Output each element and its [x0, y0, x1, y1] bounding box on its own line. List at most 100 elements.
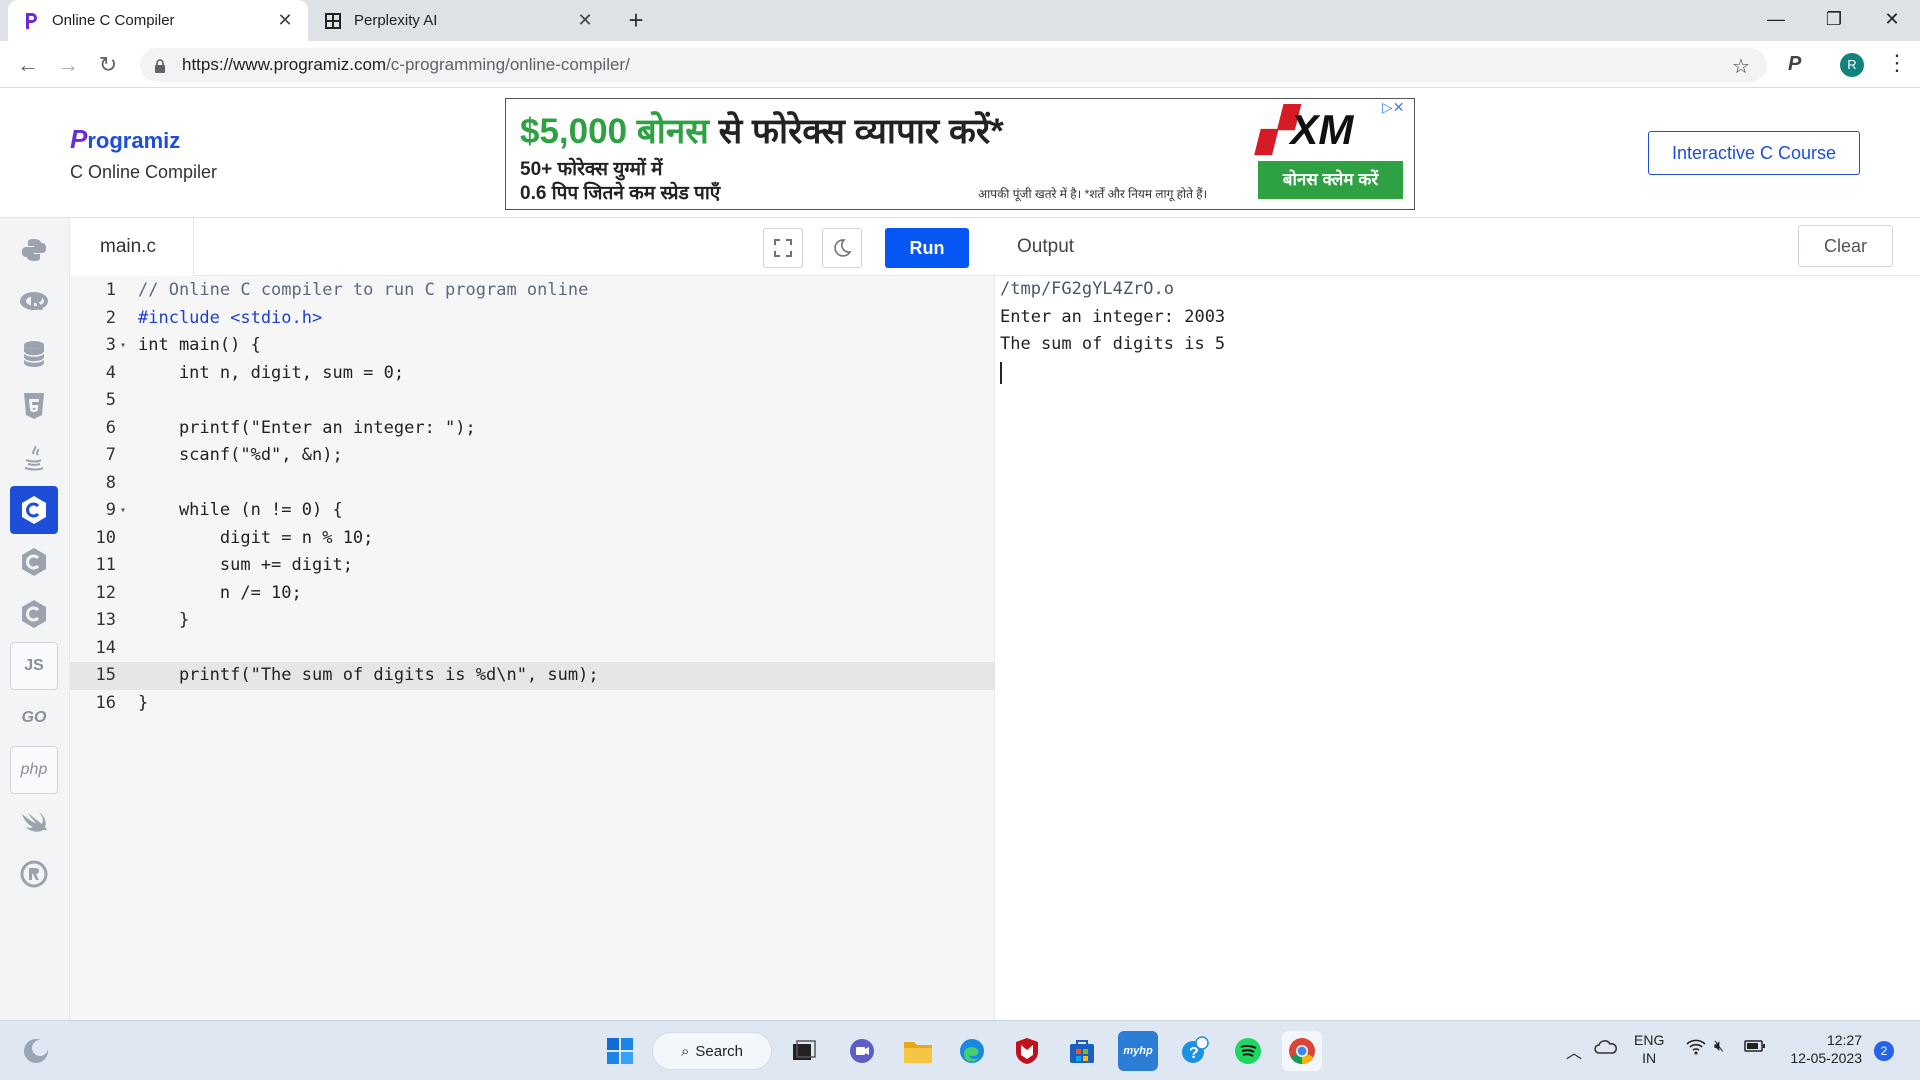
myhp-icon[interactable]: myhp [1118, 1031, 1158, 1071]
code-line: 5 [70, 387, 995, 415]
close-tab-icon[interactable]: ✕ [576, 10, 594, 31]
task-view-icon[interactable] [784, 1031, 824, 1071]
language-indicator[interactable]: ENG IN [1634, 1031, 1664, 1067]
file-explorer-icon[interactable] [898, 1031, 938, 1071]
fullscreen-icon[interactable] [763, 228, 803, 268]
microsoft-store-icon[interactable] [1062, 1031, 1102, 1071]
text-cursor [1000, 361, 1002, 384]
address-bar[interactable]: https://www.programiz.com/c-programming/… [140, 48, 1767, 82]
line-number: 14 [95, 637, 116, 658]
code-text: int n, digit, sum = 0; [138, 362, 405, 383]
line-number: 8 [105, 472, 116, 493]
c-language-icon[interactable] [10, 486, 58, 534]
close-window-icon[interactable]: ✕ [1864, 0, 1920, 41]
ad-headline-money: $5,000 बोनस [520, 112, 709, 151]
code-text: n /= 10; [138, 582, 302, 603]
clear-button[interactable]: Clear [1798, 225, 1893, 267]
cpp-icon[interactable] [10, 538, 58, 586]
line-number: 6 [105, 417, 116, 438]
code-text: printf("The sum of digits is %d\n", sum)… [138, 665, 599, 685]
advertisement-banner[interactable]: $5,000 बोनस से फोरेक्स व्यापार करें* 50+… [505, 98, 1415, 210]
file-tab-main-c[interactable]: main.c [70, 218, 194, 276]
battery-icon[interactable] [1744, 1039, 1766, 1056]
tab-title: Online C Compiler [52, 12, 175, 29]
rust-icon[interactable] [10, 850, 58, 898]
widgets-icon[interactable] [16, 1031, 56, 1071]
output-console[interactable]: /tmp/FG2gYL4ZrO.o Enter an integer: 2003… [995, 276, 1920, 1020]
tab-title: Perplexity AI [354, 12, 438, 29]
php-icon[interactable]: php [10, 746, 58, 794]
volume-muted-icon[interactable]: 🔇︎ [1714, 1038, 1724, 1056]
tab-online-c-compiler[interactable]: Online C Compiler ✕ [8, 0, 308, 41]
spotify-icon[interactable] [1228, 1031, 1268, 1071]
chrome-icon[interactable] [1282, 1031, 1322, 1071]
ad-cta-button[interactable]: बोनस क्लेम करें [1258, 161, 1403, 199]
menu-kebab-icon[interactable]: ⋮ [1886, 50, 1908, 76]
csharp-icon[interactable] [10, 590, 58, 638]
windows-start-icon[interactable] [600, 1031, 640, 1071]
edge-browser-icon[interactable] [952, 1031, 992, 1071]
bookmark-star-icon[interactable]: ☆ [1732, 54, 1750, 79]
language-top: ENG [1634, 1032, 1665, 1048]
code-text: printf("Enter an integer: "); [138, 417, 476, 438]
output-line: Enter an integer: 2003 [1000, 306, 1226, 327]
close-tab-icon[interactable]: ✕ [276, 10, 294, 31]
tab-perplexity[interactable]: Perplexity AI ✕ [310, 0, 608, 41]
new-tab-icon[interactable]: + [622, 6, 650, 34]
go-label: GO [21, 709, 47, 726]
javascript-icon[interactable]: JS [10, 642, 58, 690]
code-editor[interactable]: 1 // Online C compiler to run C program o… [70, 276, 995, 1020]
output-line: /tmp/FG2gYL4ZrO.o [1000, 279, 1174, 299]
taskbar-search[interactable]: ⌕ Search [652, 1032, 772, 1070]
code-line: 16} [70, 690, 995, 718]
logo-text: rogramiz [87, 128, 181, 153]
code-line: 6 printf("Enter an integer: "); [70, 415, 995, 443]
restore-icon[interactable]: ❐ [1806, 0, 1862, 41]
forward-icon[interactable]: → [54, 51, 82, 79]
sql-database-icon[interactable] [10, 330, 58, 378]
tray-overflow-chevron-icon[interactable]: ︿ [1566, 1039, 1582, 1063]
go-icon[interactable]: GO [10, 694, 58, 742]
ad-brand-text: XM [1290, 106, 1354, 153]
fold-arrow-icon[interactable]: ▾ [120, 497, 126, 525]
programiz-logo[interactable]: Programiz [70, 124, 180, 155]
r-language-icon[interactable] [10, 278, 58, 326]
ad-brand-logo: ▞XM [1258, 106, 1354, 153]
code-text: } [138, 610, 190, 630]
code-text: #include <stdio.h> [138, 307, 323, 328]
ad-line-2: 50+ फोरेक्स युग्मों में [520, 159, 663, 180]
code-line: 8 [70, 470, 995, 498]
profile-avatar[interactable]: R [1840, 53, 1864, 77]
fold-arrow-icon[interactable]: ▾ [120, 332, 126, 360]
run-button[interactable]: Run [885, 228, 969, 268]
python-icon[interactable] [10, 226, 58, 274]
code-text: sum += digit; [138, 555, 353, 575]
ad-line-3: 0.6 पिप जितने कम स्प्रेड पाएँ [520, 183, 721, 204]
teams-chat-icon[interactable] [842, 1031, 882, 1071]
code-line: 7 scanf("%d", &n); [70, 442, 995, 470]
code-text: } [138, 692, 149, 713]
extension-p-icon[interactable]: P [1788, 53, 1801, 76]
java-icon[interactable] [10, 434, 58, 482]
windows-taskbar: ⌕ Search myhp ? ︿ ENG IN 🔇︎ 12:27 12-05-… [0, 1020, 1920, 1080]
wifi-icon[interactable] [1686, 1039, 1706, 1058]
system-clock[interactable]: 12:27 12-05-2023 [1780, 1031, 1862, 1067]
line-number: 4 [105, 362, 116, 383]
minimize-icon[interactable]: — [1748, 0, 1804, 41]
page-subtitle: C Online Compiler [70, 162, 218, 182]
code-line: 9 ▾ while (n != 0) { [70, 497, 995, 525]
support-assistant-icon[interactable]: ? [1174, 1031, 1214, 1071]
dark-mode-moon-icon[interactable] [822, 228, 862, 268]
back-icon[interactable]: ← [14, 51, 42, 79]
onedrive-cloud-icon[interactable] [1594, 1037, 1618, 1060]
line-number: 9 [105, 500, 116, 520]
search-icon: ⌕ [681, 1042, 690, 1060]
reload-icon[interactable]: ↻ [94, 51, 122, 79]
interactive-course-button[interactable]: Interactive C Course [1648, 131, 1860, 175]
mcafee-icon[interactable] [1007, 1031, 1047, 1071]
swift-icon[interactable] [10, 798, 58, 846]
ad-close-icon[interactable]: ▷✕ [1382, 99, 1405, 116]
line-number: 7 [105, 445, 116, 465]
notification-badge[interactable]: 2 [1874, 1041, 1894, 1061]
html5-icon[interactable] [10, 382, 58, 430]
